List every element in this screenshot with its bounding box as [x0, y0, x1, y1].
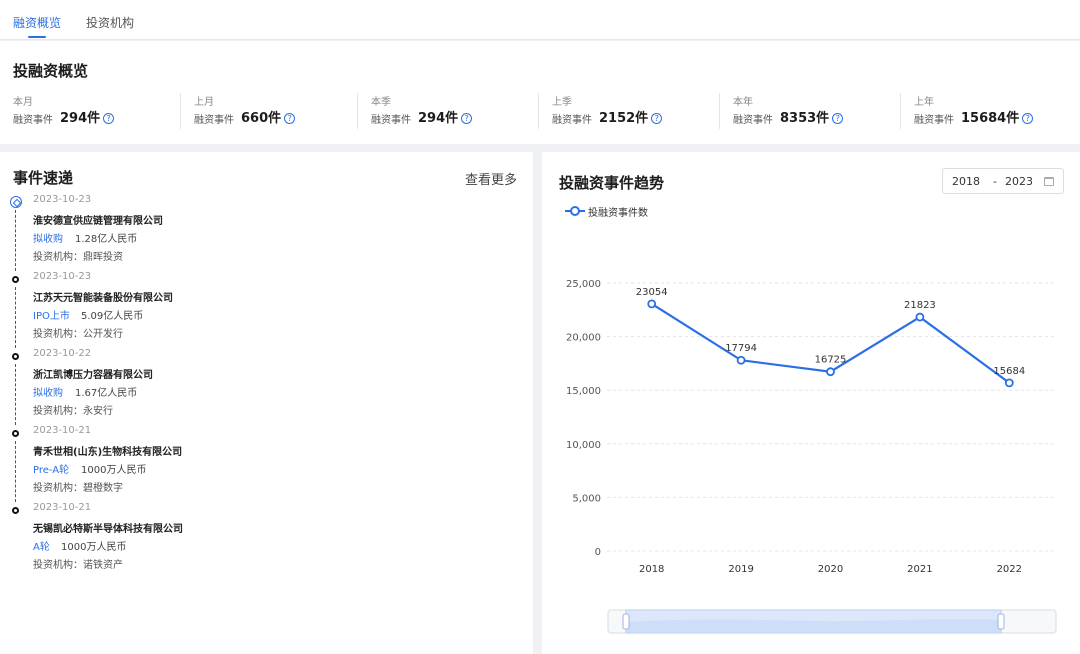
data-point — [1004, 378, 1014, 388]
x-tick-label: 2019 — [728, 564, 753, 575]
data-point — [736, 355, 746, 365]
data-label: 15684 — [993, 366, 1025, 377]
data-point — [915, 312, 925, 322]
y-tick-label: 0 — [595, 547, 601, 558]
x-tick-label: 2020 — [818, 564, 843, 575]
y-tick-label: 20,000 — [566, 333, 601, 344]
data-point — [647, 299, 657, 309]
zoom-handle-left[interactable] — [622, 613, 630, 630]
data-point — [826, 367, 835, 377]
x-tick-label: 2022 — [997, 564, 1022, 575]
x-tick-label: 2018 — [639, 564, 664, 575]
data-label: 23054 — [636, 287, 668, 298]
zoom-slider-preview — [626, 619, 1001, 633]
y-tick-label: 10,000 — [566, 440, 601, 451]
y-tick-label: 15,000 — [566, 386, 601, 397]
data-label: 21823 — [904, 300, 936, 311]
trend-line-chart: 0 5,000 10,000 15,000 20,000 25,000 2018 2019 20… — [566, 279, 1057, 634]
data-label: 16725 — [815, 355, 847, 366]
zoom-handle-right[interactable] — [997, 613, 1005, 630]
data-label: 17794 — [725, 343, 757, 354]
x-tick-label: 2021 — [907, 564, 932, 575]
y-tick-label: 5,000 — [572, 493, 601, 504]
y-tick-label: 25,000 — [566, 279, 601, 290]
